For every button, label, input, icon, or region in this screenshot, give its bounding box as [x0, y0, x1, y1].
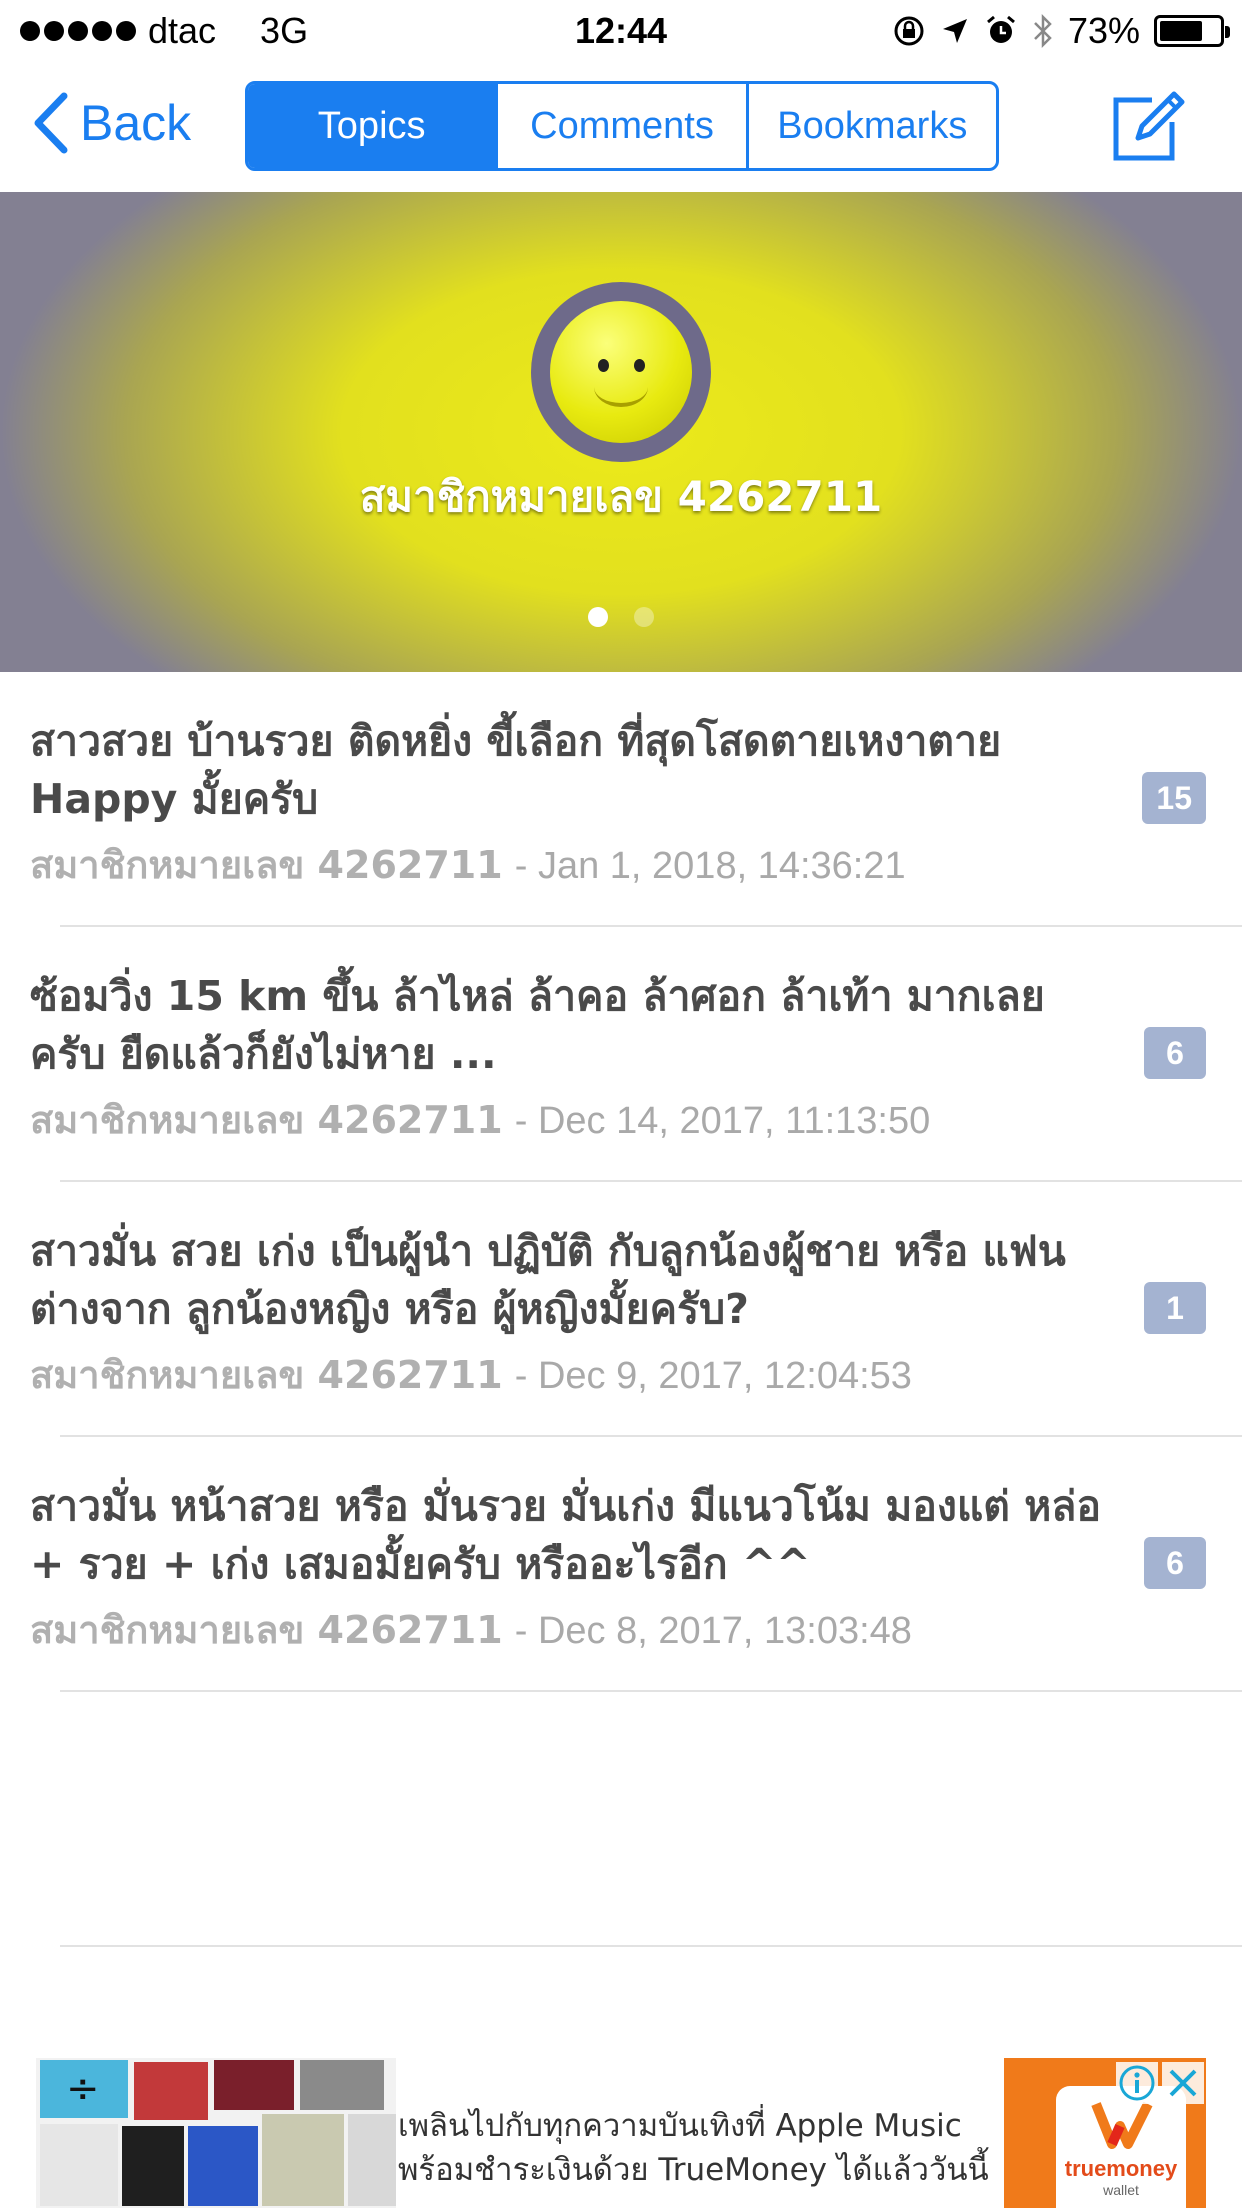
- comment-count-badge: 15: [1142, 772, 1206, 824]
- profile-banner[interactable]: สมาชิกหมายเลข 4262711: [0, 192, 1242, 672]
- list-item[interactable]: สาวมั่น หน้าสวย หรือ มั่นรวย มั่นเก่ง มี…: [0, 1437, 1242, 1692]
- tab-topics[interactable]: Topics: [248, 84, 496, 168]
- topic-date: - Dec 9, 2017, 12:04:53: [514, 1355, 912, 1397]
- topic-author: สมาชิกหมายเลข 4262711: [30, 843, 503, 887]
- compose-icon: [1113, 91, 1185, 161]
- tab-comments[interactable]: Comments: [495, 84, 745, 168]
- alarm-icon: [986, 15, 1015, 43]
- avatar: [531, 282, 711, 462]
- ad-banner[interactable]: ÷ เพลินไปกับทุกความบันเทิงที่ Apple Musi…: [36, 2058, 1206, 2208]
- ad-line-1: เพลินไปกับทุกความบันเทิงที่ Apple Music: [398, 2108, 962, 2144]
- smiley-avatar-icon: [550, 301, 692, 443]
- topic-date: - Dec 14, 2017, 11:13:50: [514, 1100, 931, 1142]
- topic-author: สมาชิกหมายเลข 4262711: [30, 1353, 503, 1397]
- chevron-left-icon: [34, 92, 68, 154]
- topic-meta: สมาชิกหมายเลข 4262711 - Jan 1, 2018, 14:…: [30, 834, 906, 895]
- close-icon[interactable]: [1162, 2062, 1204, 2104]
- status-bar: dtac 3G 12:44 73%: [0, 0, 1242, 62]
- logo-subtext: wallet: [1103, 2182, 1139, 2198]
- compose-button[interactable]: [1108, 86, 1188, 166]
- logo-text: truemoney: [1064, 2156, 1178, 2181]
- comment-count-badge: 1: [1144, 1282, 1206, 1334]
- list-item[interactable]: สาวมั่น สวย เก่ง เป็นผู้นำ ปฏิบัติ กับลู…: [0, 1182, 1242, 1437]
- page-dot-1[interactable]: [588, 607, 608, 627]
- list-item[interactable]: สาวสวย บ้านรวย ติดหยิ่ง ขี้เลือก ที่สุดโ…: [0, 672, 1242, 927]
- ad-line-2: พร้อมชำระเงินด้วย TrueMoney ได้แล้ววันนี…: [398, 2152, 989, 2188]
- topic-author: สมาชิกหมายเลข 4262711: [30, 1098, 503, 1142]
- topic-title: สาวสวย บ้านรวย ติดหยิ่ง ขี้เลือก ที่สุดโ…: [30, 717, 1002, 823]
- segmented-control: Topics Comments Bookmarks: [245, 81, 999, 171]
- battery-icon: [1154, 15, 1230, 47]
- empty-row: [0, 1692, 1242, 1947]
- page-indicator[interactable]: [0, 607, 1242, 627]
- list-item[interactable]: ซ้อมวิ่ง 15 km ขึ้น ล้าไหล่ ล้าคอ ล้าศอก…: [0, 927, 1242, 1182]
- topic-title: ซ้อมวิ่ง 15 km ขึ้น ล้าไหล่ ล้าคอ ล้าศอก…: [30, 972, 1045, 1078]
- topic-list: สาวสวย บ้านรวย ติดหยิ่ง ขี้เลือก ที่สุดโ…: [0, 672, 1242, 1947]
- comment-count-badge: 6: [1144, 1537, 1206, 1589]
- battery-percent: 73%: [1067, 10, 1140, 51]
- topic-title: สาวมั่น สวย เก่ง เป็นผู้นำ ปฏิบัติ กับลู…: [30, 1227, 1066, 1333]
- back-label: Back: [80, 95, 192, 151]
- topic-author: สมาชิกหมายเลข 4262711: [30, 1608, 503, 1652]
- location-icon: [942, 19, 967, 43]
- tab-bookmarks[interactable]: Bookmarks: [745, 84, 996, 168]
- page-dot-2[interactable]: [634, 607, 654, 627]
- info-icon[interactable]: [1116, 2062, 1158, 2104]
- divider: [60, 1945, 1242, 1947]
- album-collage-image: ÷: [36, 2058, 396, 2208]
- rotation-lock-icon: [894, 16, 924, 46]
- topic-date: - Dec 8, 2017, 13:03:48: [514, 1610, 912, 1652]
- bluetooth-icon: [1034, 13, 1052, 49]
- topic-date: - Jan 1, 2018, 14:36:21: [514, 845, 906, 887]
- ad-text: เพลินไปกับทุกความบันเทิงที่ Apple Music …: [398, 2104, 1058, 2192]
- topic-title: สาวมั่น หน้าสวย หรือ มั่นรวย มั่นเก่ง มี…: [30, 1482, 1101, 1588]
- profile-name: สมาชิกหมายเลข 4262711: [359, 472, 883, 521]
- topic-meta: สมาชิกหมายเลข 4262711 - Dec 9, 2017, 12:…: [30, 1344, 912, 1405]
- logo-card: truemoney wallet: [1056, 2086, 1186, 2208]
- svg-text:÷: ÷: [66, 2066, 100, 2112]
- back-button[interactable]: Back: [32, 92, 191, 154]
- topic-meta: สมาชิกหมายเลข 4262711 - Dec 14, 2017, 11…: [30, 1089, 930, 1150]
- status-right: 73%: [892, 10, 1230, 52]
- topic-meta: สมาชิกหมายเลข 4262711 - Dec 8, 2017, 13:…: [30, 1599, 912, 1660]
- comment-count-badge: 6: [1144, 1027, 1206, 1079]
- navigation-bar: Back Topics Comments Bookmarks: [0, 62, 1242, 192]
